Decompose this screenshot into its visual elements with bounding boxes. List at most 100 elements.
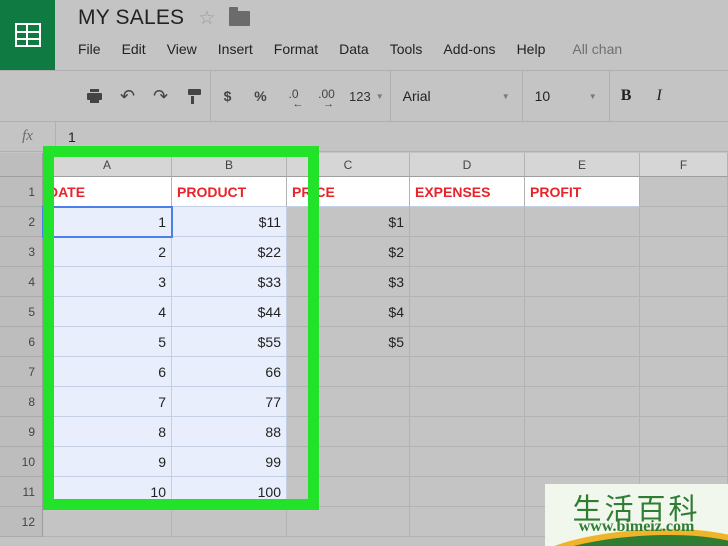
cell-B2[interactable]: $11 <box>172 207 287 237</box>
select-all-corner[interactable] <box>0 153 43 177</box>
cell-D2[interactable] <box>410 207 525 237</box>
cell-A12[interactable] <box>43 507 172 537</box>
cell-F7[interactable] <box>640 357 728 387</box>
cell-C10[interactable] <box>287 447 410 477</box>
formula-input[interactable]: 1 <box>56 129 76 145</box>
menu-item-format[interactable]: Format <box>274 41 318 57</box>
cell-C12[interactable] <box>287 507 410 537</box>
cell-C2[interactable]: $1 <box>287 207 410 237</box>
paint-format-button[interactable] <box>177 81 210 111</box>
cell-E9[interactable] <box>525 417 640 447</box>
active-cell-A2[interactable]: 1 <box>42 206 173 238</box>
cell-E5[interactable] <box>525 297 640 327</box>
cell-D11[interactable] <box>410 477 525 507</box>
cell-C9[interactable] <box>287 417 410 447</box>
cell-B6[interactable]: $55 <box>172 327 287 357</box>
cell-E8[interactable] <box>525 387 640 417</box>
row-header-2[interactable]: 2 <box>0 207 43 237</box>
cell-D9[interactable] <box>410 417 525 447</box>
cell-C7[interactable] <box>287 357 410 387</box>
cell-C3[interactable]: $2 <box>287 237 410 267</box>
cell-A4[interactable]: 3 <box>43 267 172 297</box>
cell-A10[interactable]: 9 <box>43 447 172 477</box>
cell-B11[interactable]: 100 <box>172 477 287 507</box>
cell-D10[interactable] <box>410 447 525 477</box>
cell-E4[interactable] <box>525 267 640 297</box>
italic-button[interactable]: I <box>643 81 676 111</box>
cell-D4[interactable] <box>410 267 525 297</box>
cell-D7[interactable] <box>410 357 525 387</box>
increase-decimal-button[interactable]: .00 <box>310 81 343 111</box>
cell-D1[interactable]: EXPENSES <box>410 177 525 207</box>
cell-F9[interactable] <box>640 417 728 447</box>
menu-item-tools[interactable]: Tools <box>390 41 423 57</box>
cell-E2[interactable] <box>525 207 640 237</box>
row-header-5[interactable]: 5 <box>0 297 43 327</box>
row-header-1[interactable]: 1 <box>0 177 43 207</box>
cell-D6[interactable] <box>410 327 525 357</box>
cell-B10[interactable]: 99 <box>172 447 287 477</box>
percent-format-button[interactable]: % <box>244 81 277 111</box>
cell-D12[interactable] <box>410 507 525 537</box>
row-header-9[interactable]: 9 <box>0 417 43 447</box>
undo-button[interactable]: ↶ <box>111 81 144 111</box>
row-header-3[interactable]: 3 <box>0 237 43 267</box>
column-header-b[interactable]: B <box>172 153 287 177</box>
cell-B4[interactable]: $33 <box>172 267 287 297</box>
bold-button[interactable]: B <box>610 81 643 111</box>
menu-item-edit[interactable]: Edit <box>122 41 146 57</box>
font-size-dropdown[interactable]: 10 ▼ <box>523 70 609 122</box>
cell-D3[interactable] <box>410 237 525 267</box>
page-title[interactable]: MY SALES <box>78 6 184 30</box>
column-header-f[interactable]: F <box>640 153 728 177</box>
menu-item-data[interactable]: Data <box>339 41 369 57</box>
cell-F8[interactable] <box>640 387 728 417</box>
cell-C1[interactable]: PRICE <box>287 177 410 207</box>
cell-B3[interactable]: $22 <box>172 237 287 267</box>
cell-F1[interactable] <box>640 177 728 207</box>
menu-item-view[interactable]: View <box>167 41 197 57</box>
cell-C4[interactable]: $3 <box>287 267 410 297</box>
column-header-e[interactable]: E <box>525 153 640 177</box>
cell-A11[interactable]: 10 <box>43 477 172 507</box>
row-header-4[interactable]: 4 <box>0 267 43 297</box>
redo-button[interactable]: ↷ <box>144 81 177 111</box>
menu-item-insert[interactable]: Insert <box>218 41 253 57</box>
font-family-dropdown[interactable]: Arial ▼ <box>391 70 522 122</box>
cell-A6[interactable]: 5 <box>43 327 172 357</box>
column-header-a[interactable]: A <box>43 153 172 177</box>
number-format-dropdown[interactable]: 123 ▼ <box>343 89 390 104</box>
cell-E10[interactable] <box>525 447 640 477</box>
cell-F5[interactable] <box>640 297 728 327</box>
cell-A5[interactable]: 4 <box>43 297 172 327</box>
cell-B8[interactable]: 77 <box>172 387 287 417</box>
menu-item-help[interactable]: Help <box>517 41 546 57</box>
cell-F2[interactable] <box>640 207 728 237</box>
cell-B7[interactable]: 66 <box>172 357 287 387</box>
cell-E1[interactable]: PROFIT <box>525 177 640 207</box>
column-header-c[interactable]: C <box>287 153 410 177</box>
cell-E6[interactable] <box>525 327 640 357</box>
menu-item-file[interactable]: File <box>78 41 101 57</box>
cell-A3[interactable]: 2 <box>43 237 172 267</box>
row-header-11[interactable]: 11 <box>0 477 43 507</box>
cell-B1[interactable]: PRODUCT <box>172 177 287 207</box>
cell-D5[interactable] <box>410 297 525 327</box>
row-header-7[interactable]: 7 <box>0 357 43 387</box>
cell-A7[interactable]: 6 <box>43 357 172 387</box>
row-header-6[interactable]: 6 <box>0 327 43 357</box>
menu-item-addons[interactable]: Add-ons <box>443 41 495 57</box>
decrease-decimal-button[interactable]: .0 <box>277 81 310 111</box>
cell-C5[interactable]: $4 <box>287 297 410 327</box>
currency-format-button[interactable]: $ <box>211 81 244 111</box>
star-icon[interactable]: ☆ <box>198 9 215 28</box>
cell-A8[interactable]: 7 <box>43 387 172 417</box>
cell-D8[interactable] <box>410 387 525 417</box>
cell-C8[interactable] <box>287 387 410 417</box>
column-header-d[interactable]: D <box>410 153 525 177</box>
cell-B5[interactable]: $44 <box>172 297 287 327</box>
cell-F3[interactable] <box>640 237 728 267</box>
cell-F6[interactable] <box>640 327 728 357</box>
cell-B9[interactable]: 88 <box>172 417 287 447</box>
cell-C11[interactable] <box>287 477 410 507</box>
